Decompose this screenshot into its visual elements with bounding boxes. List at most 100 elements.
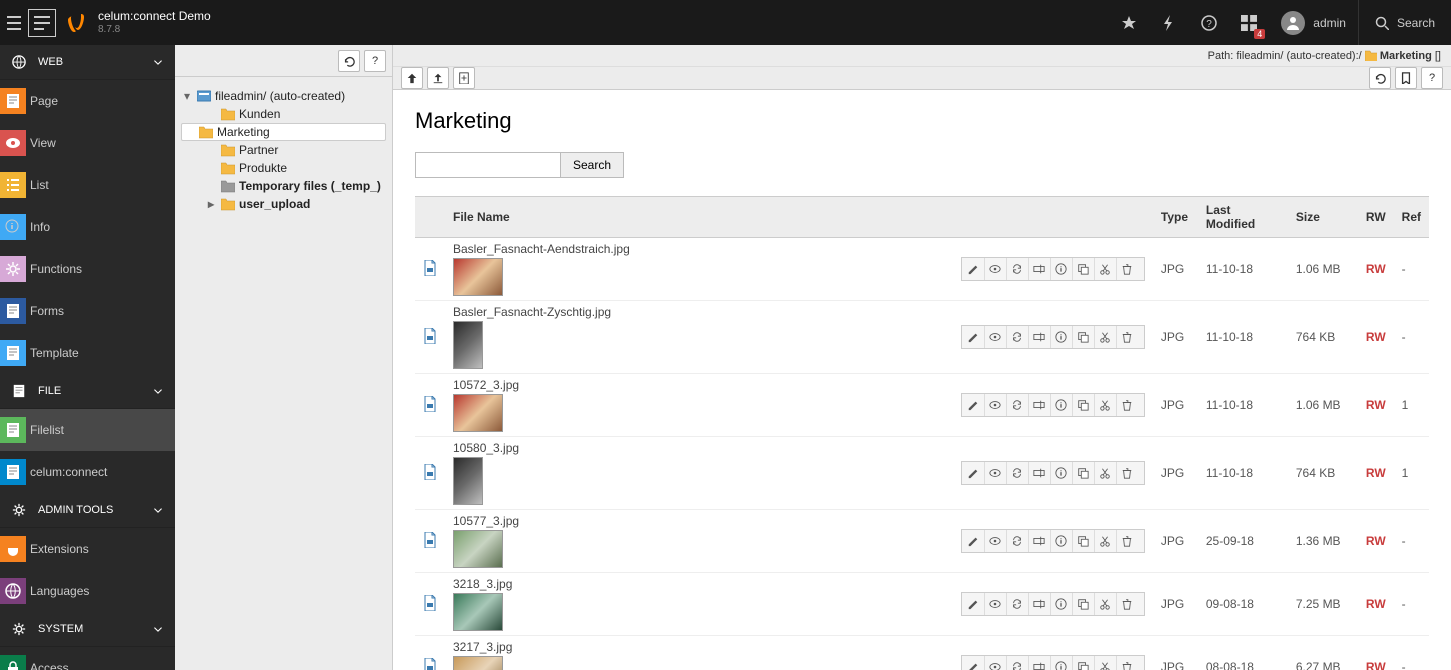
tree-reload-button[interactable] bbox=[338, 50, 360, 72]
row-info-button[interactable] bbox=[1050, 258, 1072, 280]
app-logo-area[interactable]: celum:connect Demo 8.7.8 bbox=[56, 10, 211, 34]
row-replace-button[interactable] bbox=[1006, 593, 1028, 615]
row-delete-button[interactable] bbox=[1116, 656, 1138, 670]
file-name[interactable]: 3217_3.jpg bbox=[453, 640, 945, 654]
modnav-item-extensions[interactable]: Extensions bbox=[0, 528, 175, 570]
row-cut-button[interactable] bbox=[1094, 593, 1116, 615]
row-copy-button[interactable] bbox=[1072, 258, 1094, 280]
modnav-item-filelist[interactable]: Filelist bbox=[0, 409, 175, 451]
row-copy-button[interactable] bbox=[1072, 462, 1094, 484]
row-rename-button[interactable] bbox=[1028, 656, 1050, 670]
doc-bookmark-button[interactable] bbox=[1395, 67, 1417, 89]
col-size[interactable]: Size bbox=[1288, 197, 1358, 238]
row-rename-button[interactable] bbox=[1028, 593, 1050, 615]
row-replace-button[interactable] bbox=[1006, 530, 1028, 552]
modnav-item-forms[interactable]: Forms bbox=[0, 290, 175, 332]
file-name[interactable]: Basler_Fasnacht-Zyschtig.jpg bbox=[453, 305, 945, 319]
modnav-item-page[interactable]: Page bbox=[0, 80, 175, 122]
row-cut-button[interactable] bbox=[1094, 530, 1116, 552]
row-edit-button[interactable] bbox=[962, 593, 984, 615]
level-up-button[interactable] bbox=[401, 67, 423, 89]
row-delete-button[interactable] bbox=[1116, 462, 1138, 484]
row-replace-button[interactable] bbox=[1006, 258, 1028, 280]
tree-item[interactable]: Temporary files (_temp_) bbox=[181, 177, 386, 195]
modnav-item-functions[interactable]: Functions bbox=[0, 248, 175, 290]
row-edit-button[interactable] bbox=[962, 462, 984, 484]
row-replace-button[interactable] bbox=[1006, 394, 1028, 416]
thumbnail[interactable] bbox=[453, 593, 503, 631]
file-name[interactable]: 10580_3.jpg bbox=[453, 441, 945, 455]
global-search[interactable]: Search bbox=[1358, 0, 1451, 45]
col-filename[interactable]: File Name bbox=[445, 197, 953, 238]
col-rw[interactable]: RW bbox=[1358, 197, 1394, 238]
new-button[interactable] bbox=[453, 67, 475, 89]
thumbnail[interactable] bbox=[453, 321, 483, 369]
row-copy-button[interactable] bbox=[1072, 593, 1094, 615]
row-replace-button[interactable] bbox=[1006, 326, 1028, 348]
row-cut-button[interactable] bbox=[1094, 326, 1116, 348]
cache-bolt-icon[interactable] bbox=[1149, 0, 1189, 45]
thumbnail[interactable] bbox=[453, 258, 503, 296]
modnav-item-celum-connect[interactable]: celum:connect bbox=[0, 451, 175, 493]
col-ref[interactable]: Ref bbox=[1394, 197, 1429, 238]
row-delete-button[interactable] bbox=[1116, 593, 1138, 615]
row-delete-button[interactable] bbox=[1116, 326, 1138, 348]
row-edit-button[interactable] bbox=[962, 656, 984, 670]
row-cut-button[interactable] bbox=[1094, 258, 1116, 280]
file-name[interactable]: Basler_Fasnacht-Aendstraich.jpg bbox=[453, 242, 945, 256]
row-rename-button[interactable] bbox=[1028, 326, 1050, 348]
application-icon[interactable]: 4 bbox=[1229, 0, 1269, 45]
row-edit-button[interactable] bbox=[962, 530, 984, 552]
row-view-button[interactable] bbox=[984, 326, 1006, 348]
doc-reload-button[interactable] bbox=[1369, 67, 1391, 89]
row-delete-button[interactable] bbox=[1116, 258, 1138, 280]
row-copy-button[interactable] bbox=[1072, 530, 1094, 552]
row-edit-button[interactable] bbox=[962, 326, 984, 348]
tree-root[interactable]: ▾fileadmin/ (auto-created) bbox=[181, 87, 386, 105]
row-delete-button[interactable] bbox=[1116, 394, 1138, 416]
row-info-button[interactable] bbox=[1050, 530, 1072, 552]
row-view-button[interactable] bbox=[984, 258, 1006, 280]
tree-item[interactable]: Partner bbox=[181, 141, 386, 159]
file-name[interactable]: 3218_3.jpg bbox=[453, 577, 945, 591]
row-edit-button[interactable] bbox=[962, 258, 984, 280]
modnav-group[interactable]: SYSTEM bbox=[0, 612, 175, 647]
file-name[interactable]: 10577_3.jpg bbox=[453, 514, 945, 528]
row-delete-button[interactable] bbox=[1116, 530, 1138, 552]
row-rename-button[interactable] bbox=[1028, 394, 1050, 416]
col-type[interactable]: Type bbox=[1153, 197, 1198, 238]
row-rename-button[interactable] bbox=[1028, 530, 1050, 552]
row-replace-button[interactable] bbox=[1006, 462, 1028, 484]
thumbnail[interactable] bbox=[453, 530, 503, 568]
tree-item[interactable]: ▸user_upload bbox=[181, 195, 386, 213]
row-info-button[interactable] bbox=[1050, 462, 1072, 484]
row-rename-button[interactable] bbox=[1028, 462, 1050, 484]
bookmark-star-icon[interactable] bbox=[1109, 0, 1149, 45]
file-search-button[interactable]: Search bbox=[561, 152, 624, 178]
tree-help-button[interactable]: ? bbox=[364, 50, 386, 72]
row-rename-button[interactable] bbox=[1028, 258, 1050, 280]
thumbnail[interactable] bbox=[453, 394, 503, 432]
doc-help-button[interactable]: ? bbox=[1421, 67, 1443, 89]
file-name[interactable]: 10572_3.jpg bbox=[453, 378, 945, 392]
modnav-item-view[interactable]: View bbox=[0, 122, 175, 164]
menu-toggle-icon[interactable] bbox=[0, 0, 28, 45]
row-view-button[interactable] bbox=[984, 593, 1006, 615]
row-cut-button[interactable] bbox=[1094, 462, 1116, 484]
row-copy-button[interactable] bbox=[1072, 326, 1094, 348]
row-replace-button[interactable] bbox=[1006, 656, 1028, 670]
modnav-group[interactable]: FILE bbox=[0, 374, 175, 409]
row-view-button[interactable] bbox=[984, 530, 1006, 552]
modnav-item-access[interactable]: Access bbox=[0, 647, 175, 670]
tree-item[interactable]: Produkte bbox=[181, 159, 386, 177]
row-view-button[interactable] bbox=[984, 656, 1006, 670]
row-info-button[interactable] bbox=[1050, 656, 1072, 670]
modnav-item-list[interactable]: List bbox=[0, 164, 175, 206]
thumbnail[interactable] bbox=[453, 457, 483, 505]
help-icon[interactable] bbox=[1189, 0, 1229, 45]
file-search-input[interactable] bbox=[415, 152, 561, 178]
tree-item[interactable]: Kunden bbox=[181, 105, 386, 123]
tree-item[interactable]: Marketing bbox=[181, 123, 386, 141]
upload-button[interactable] bbox=[427, 67, 449, 89]
row-info-button[interactable] bbox=[1050, 593, 1072, 615]
